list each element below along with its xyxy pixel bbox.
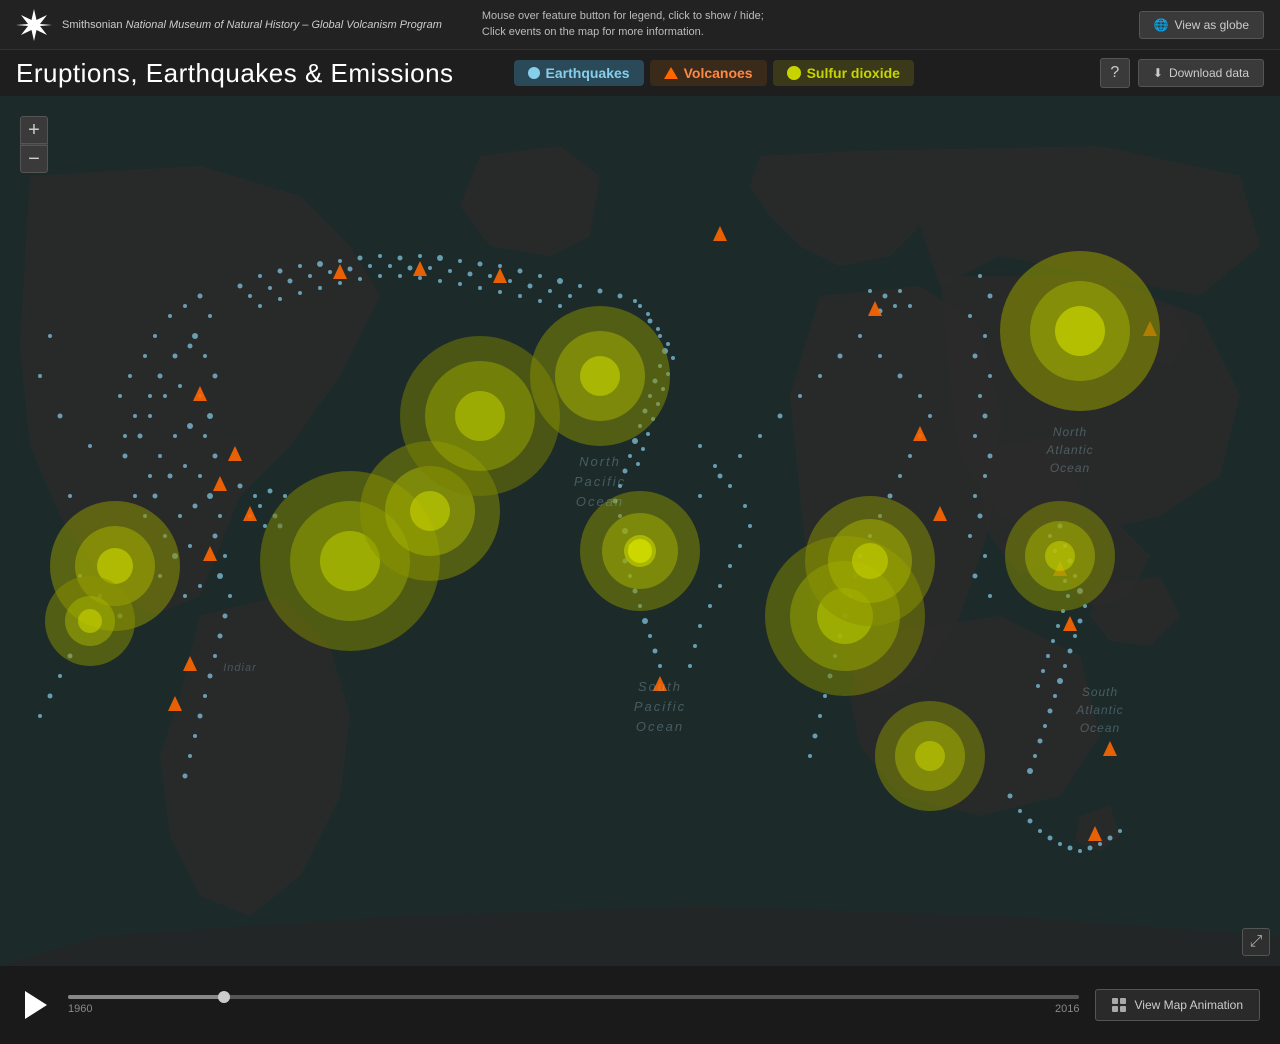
svg-text:Atlantic: Atlantic [1075,703,1123,717]
timeline-slider-wrapper: 1960 2016 [68,995,1079,1015]
timeline-end-year: 2016 [1055,1003,1079,1015]
view-globe-button[interactable]: 🌐 View as globe [1139,11,1264,39]
svg-text:Ocean: Ocean [1050,461,1090,475]
earthquakes-button[interactable]: Earthquakes [514,60,644,86]
volcanoes-button[interactable]: Volcanoes [650,60,767,86]
title-bar: Eruptions, Earthquakes & Emissions Earth… [0,50,1280,96]
timeline-slider[interactable] [68,995,1079,999]
instruction-line2: Click events on the map for more informa… [482,25,1139,40]
institution-text: Smithsonian National Museum of Natural H… [62,19,442,31]
smithsonian-logo [16,7,52,43]
download-label: Download data [1169,66,1249,80]
feature-buttons: Earthquakes Volcanoes Sulfur dioxide [514,60,914,86]
svg-text:South: South [1082,685,1118,699]
svg-text:North: North [579,454,621,469]
grid-icon [1112,998,1126,1012]
inst-normal: Smithsonian [62,19,126,31]
header-instruction: Mouse over feature button for legend, cl… [482,9,1139,40]
zoom-out-button[interactable]: − [20,145,48,173]
download-button[interactable]: ⬇ Download data [1138,59,1264,87]
view-animation-button[interactable]: View Map Animation [1095,989,1260,1021]
inst-italic: National Museum of Natural History – Glo… [126,19,442,31]
view-globe-label: View as globe [1175,18,1250,32]
header-right: 🌐 View as globe [1139,11,1264,39]
logo-area: Smithsonian National Museum of Natural H… [16,7,442,43]
svg-text:Pacific: Pacific [574,474,626,489]
instruction-line1: Mouse over feature button for legend, cl… [482,9,1139,24]
volcano-triangle-icon [664,67,678,79]
zoom-controls: + − [20,116,48,173]
map-container[interactable]: North Pacific Ocean South Pacific Ocean … [0,96,1280,966]
play-icon [25,991,47,1019]
globe-icon: 🌐 [1154,18,1169,32]
institution-name: Smithsonian National Museum of Natural H… [62,19,442,31]
zoom-in-button[interactable]: + [20,116,48,144]
page-title: Eruptions, Earthquakes & Emissions [16,58,454,89]
sulfur-dot-icon [787,66,801,80]
header: Smithsonian National Museum of Natural H… [0,0,1280,50]
map-svg: North Pacific Ocean South Pacific Ocean … [0,96,1280,966]
timeline-labels: 1960 2016 [68,1003,1079,1015]
sulfur-label: Sulfur dioxide [807,65,900,81]
svg-text:Ocean: Ocean [576,494,624,509]
sulfur-button[interactable]: Sulfur dioxide [773,60,914,86]
svg-text:Pacific: Pacific [634,699,686,714]
fullscreen-icon: ⤢ [1250,933,1263,951]
volcanoes-label: Volcanoes [684,65,753,81]
timeline-bar: 1960 2016 View Map Animation [0,966,1280,1044]
svg-text:Atlantic: Atlantic [1045,443,1093,457]
timeline-start-year: 1960 [68,1003,92,1015]
svg-text:Indiar: Indiar [223,662,257,674]
title-bar-right: ? ⬇ Download data [1100,58,1264,88]
svg-text:Ocean: Ocean [1080,721,1120,735]
play-button[interactable] [20,989,52,1021]
svg-text:Ocean: Ocean [636,719,684,734]
svg-text:North: North [1053,425,1087,439]
download-icon: ⬇ [1153,66,1163,80]
view-animation-label: View Map Animation [1134,998,1243,1012]
fullscreen-button[interactable]: ⤢ [1242,928,1270,956]
help-button[interactable]: ? [1100,58,1130,88]
svg-text:South: South [638,679,682,694]
earthquakes-label: Earthquakes [546,65,630,81]
earthquake-dot-icon [528,67,540,79]
